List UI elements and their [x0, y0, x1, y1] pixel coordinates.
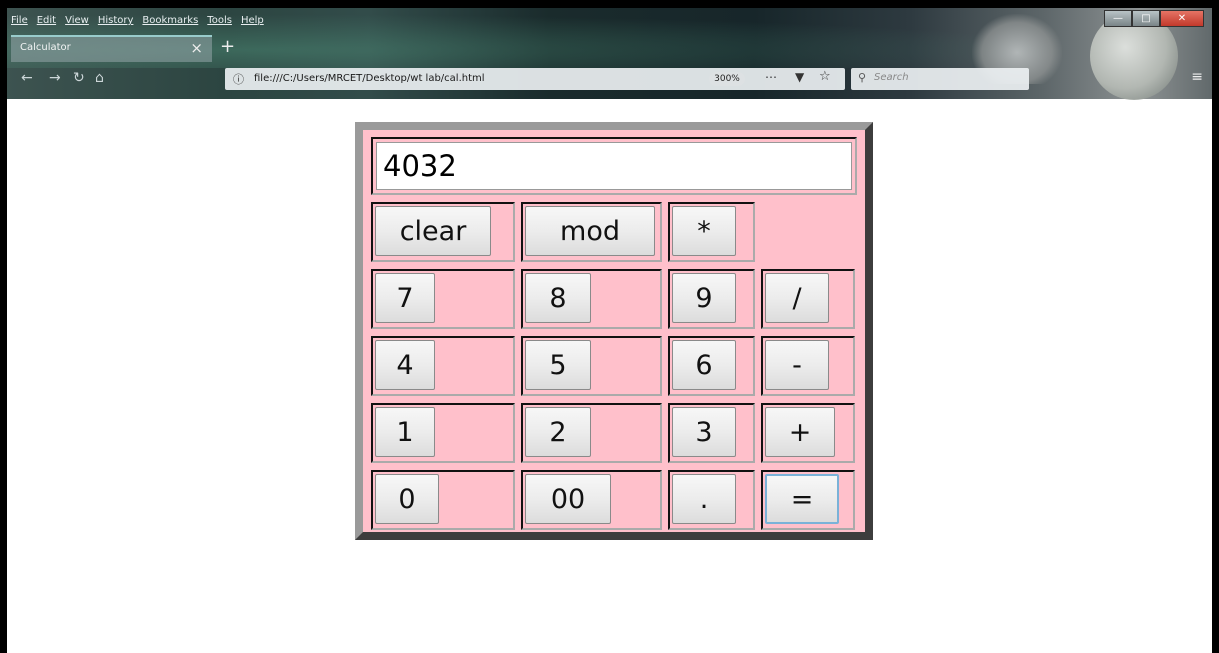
search-bar[interactable]: ⚲ Search — [851, 68, 1029, 90]
back-icon[interactable]: ← — [21, 70, 33, 86]
home-icon[interactable]: ⌂ — [95, 70, 104, 86]
browser-chrome: File Edit View History Bookmarks Tools H… — [7, 8, 1212, 100]
menu-file[interactable]: File — [11, 15, 28, 29]
cell-dot: . — [668, 470, 755, 530]
cell-8: 8 — [521, 269, 662, 329]
divide-button[interactable]: / — [765, 273, 829, 323]
cell-0: 0 — [371, 470, 515, 530]
cell-7: 7 — [371, 269, 515, 329]
window-controls: — □ ✕ — [1104, 10, 1204, 27]
menu-tools[interactable]: Tools — [207, 15, 232, 29]
menu-icon[interactable]: ≡ — [1191, 69, 1203, 85]
cell-equals: = — [761, 470, 855, 530]
equals-button[interactable]: = — [765, 474, 839, 524]
cell-multiply: * — [668, 202, 755, 262]
plus-button[interactable]: + — [765, 407, 835, 457]
search-icon: ⚲ — [858, 71, 867, 84]
cell-divide: / — [761, 269, 855, 329]
cell-mod: mod — [521, 202, 662, 262]
cell-3: 3 — [668, 403, 755, 463]
minimize-button[interactable]: — — [1104, 10, 1132, 27]
menu-bar: File Edit View History Bookmarks Tools H… — [11, 15, 264, 29]
cell-1: 1 — [371, 403, 515, 463]
info-icon[interactable]: ⓘ — [233, 71, 244, 87]
pocket-icon[interactable]: ▼ — [795, 70, 804, 84]
forward-icon[interactable]: → — [49, 70, 61, 86]
menu-history[interactable]: History — [98, 15, 134, 29]
more-icon[interactable]: ⋯ — [765, 70, 777, 84]
tab-close-icon[interactable]: × — [190, 39, 203, 57]
cell-2: 2 — [521, 403, 662, 463]
cell-clear: clear — [371, 202, 515, 262]
four-button[interactable]: 4 — [375, 340, 435, 390]
url-text[interactable]: file:///C:/Users/MRCET/Desktop/wt lab/ca… — [254, 73, 485, 84]
nine-button[interactable]: 9 — [672, 273, 736, 323]
one-button[interactable]: 1 — [375, 407, 435, 457]
new-tab-icon[interactable]: + — [220, 36, 235, 57]
window-close-button[interactable]: ✕ — [1160, 10, 1204, 27]
seven-button[interactable]: 7 — [375, 273, 435, 323]
cell-9: 9 — [668, 269, 755, 329]
six-button[interactable]: 6 — [672, 340, 736, 390]
zoom-indicator[interactable]: 300% — [709, 72, 745, 86]
bookmark-star-icon[interactable]: ☆ — [819, 69, 831, 84]
reload-icon[interactable]: ↻ — [73, 70, 85, 86]
five-button[interactable]: 5 — [525, 340, 591, 390]
calculator: clear mod * 7 8 9 / 4 5 6 - — [355, 122, 873, 540]
two-button[interactable]: 2 — [525, 407, 591, 457]
eight-button[interactable]: 8 — [525, 273, 591, 323]
display-cell — [371, 137, 857, 195]
browser-window: File Edit View History Bookmarks Tools H… — [7, 8, 1212, 653]
cell-plus: + — [761, 403, 855, 463]
dot-button[interactable]: . — [672, 474, 736, 524]
tab-calculator[interactable]: Calculator × — [11, 35, 212, 62]
display-input[interactable] — [376, 142, 852, 190]
menu-bookmarks[interactable]: Bookmarks — [142, 15, 198, 29]
mod-button[interactable]: mod — [525, 206, 655, 256]
menu-help[interactable]: Help — [241, 15, 264, 29]
double-zero-button[interactable]: 00 — [525, 474, 611, 524]
url-bar[interactable]: ⓘ file:///C:/Users/MRCET/Desktop/wt lab/… — [225, 68, 845, 90]
three-button[interactable]: 3 — [672, 407, 736, 457]
cell-00: 00 — [521, 470, 662, 530]
minus-button[interactable]: - — [765, 340, 829, 390]
navigation-bar: ← → ↻ ⌂ ⓘ file:///C:/Users/MRCET/Desktop… — [7, 64, 1212, 94]
search-placeholder: Search — [874, 72, 909, 83]
maximize-button[interactable]: □ — [1132, 10, 1160, 27]
multiply-button[interactable]: * — [672, 206, 736, 256]
cell-4: 4 — [371, 336, 515, 396]
cell-minus: - — [761, 336, 855, 396]
menu-edit[interactable]: Edit — [37, 15, 56, 29]
cell-5: 5 — [521, 336, 662, 396]
menu-view[interactable]: View — [65, 15, 89, 29]
clear-button[interactable]: clear — [375, 206, 491, 256]
tab-title: Calculator — [20, 42, 71, 53]
cell-6: 6 — [668, 336, 755, 396]
zero-button[interactable]: 0 — [375, 474, 439, 524]
